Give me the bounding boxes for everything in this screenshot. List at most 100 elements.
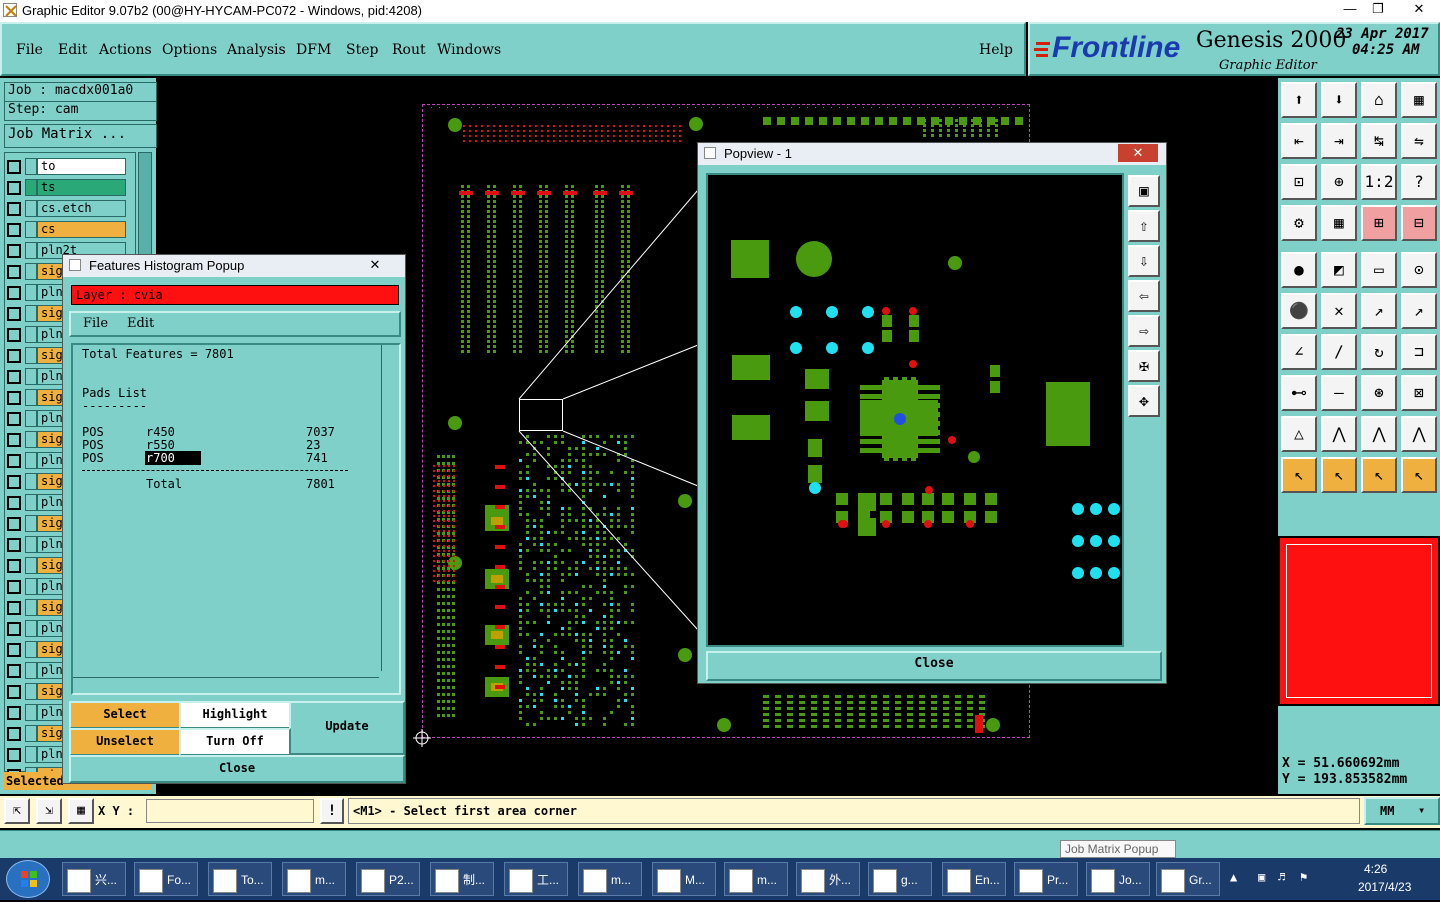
arc-icon[interactable]: ⊷ [1281,375,1317,411]
pad-row-polarity: POS [82,438,104,452]
pan-left-icon[interactable]: ⇤ [1281,123,1317,159]
histogram-menu-file[interactable]: File [83,316,108,331]
slash-icon[interactable]: ∕ [1321,334,1357,370]
measure-icon[interactable]: ⇱ [4,798,30,824]
taskbar-item[interactable]: M... [652,862,716,896]
zoom-fit-icon[interactable]: ⊡ [1281,164,1317,200]
histogram-hscroll[interactable] [73,677,379,691]
triangle-b-icon[interactable]: ⋀ [1321,416,1357,452]
snap-icon[interactable]: ⇲ [36,798,62,824]
popview-canvas[interactable] [706,173,1124,647]
taskbar-item[interactable]: Gr... [1156,862,1220,896]
tray-network-icon[interactable]: ▣ [1258,870,1265,884]
layer-color-icon[interactable]: ◩ [1321,252,1357,288]
start-button[interactable] [6,860,50,898]
popview-zoom-home-icon[interactable]: ▣ [1128,175,1160,207]
cursor-a-icon[interactable]: ↖ [1281,457,1317,493]
update-button[interactable]: Update [289,701,405,755]
zoom-point-icon[interactable]: ⊕ [1321,164,1357,200]
taskbar-item-label: m... [757,873,777,887]
taskbar-item[interactable]: m... [578,862,642,896]
popview-close-button[interactable]: Close [706,651,1162,681]
triangle-d-icon[interactable]: ⋀ [1401,416,1437,452]
line-b-icon[interactable]: ↗ [1401,293,1437,329]
taskbar-item[interactable]: g... [868,862,932,896]
popview-title: Popview - 1 [724,146,792,161]
taskbar-item[interactable]: To... [208,862,272,896]
triangle-c-icon[interactable]: ⋀ [1361,416,1397,452]
cursor-b-icon[interactable]: ↖ [1321,457,1357,493]
highlight-button[interactable]: Highlight [179,701,291,729]
taskbar-item[interactable]: Pr... [1014,862,1078,896]
clock-time[interactable]: 4:26 [1364,862,1387,876]
tray-flag-icon[interactable]: ⚑ [1300,870,1307,884]
bracket-icon[interactable]: ⊐ [1401,334,1437,370]
command-line[interactable] [0,830,1440,858]
triangle-a-icon[interactable]: △ [1281,416,1317,452]
snap-icon[interactable]: ⊛ [1361,375,1397,411]
home-view-icon[interactable]: ⌂ [1361,82,1397,118]
xy-input[interactable] [146,799,314,823]
units-value: MM [1380,804,1394,818]
zoom-in-icon[interactable]: ⬇ [1321,82,1357,118]
unselect-button[interactable]: Unselect [69,728,181,756]
layer-on-icon[interactable]: ⊞ [1361,205,1397,241]
popview-titlebar: Popview - 1 ✕ [698,143,1166,165]
grid-icon[interactable]: ▦ [68,798,94,824]
warning-icon[interactable]: ! [320,798,344,824]
popview-pan-left-icon[interactable]: ⇦ [1128,280,1160,312]
query-icon[interactable]: ? [1401,164,1437,200]
pad-icon[interactable]: ● [1281,252,1317,288]
taskbar-item[interactable]: Jo... [1086,862,1150,896]
turn-off-button[interactable]: Turn Off [179,728,291,756]
frame-icon[interactable]: ⊠ [1401,375,1437,411]
tray-volume-icon[interactable]: ♬ [1278,870,1285,884]
histogram-vscroll[interactable] [381,345,397,671]
layer-off-icon[interactable]: ⊟ [1401,205,1437,241]
pan-swap-icon[interactable]: ↹ [1361,123,1397,159]
taskbar-item[interactable]: m... [282,862,346,896]
select-button[interactable]: Select [69,701,181,729]
cursor-c-icon[interactable]: ↖ [1361,457,1397,493]
taskbar-item-label: P2... [389,873,414,887]
popview-center-icon[interactable]: ✥ [1128,385,1160,417]
taskbar-item[interactable]: Fo... [134,862,198,896]
taskbar-item[interactable]: 外... [796,862,860,896]
clock-date[interactable]: 2017/4/23 [1358,880,1411,894]
units-dropdown[interactable]: MM ▾ [1364,797,1440,825]
pan-right-icon[interactable]: ⇥ [1321,123,1357,159]
rotate-icon[interactable]: ↻ [1361,334,1397,370]
taskbar-item[interactable]: 工... [504,862,568,896]
taskbar-item[interactable]: 兴... [62,862,126,896]
taskbar-item[interactable]: En... [942,862,1006,896]
histogram-close-icon[interactable]: ✕ [355,256,395,274]
zoom-ratio-icon[interactable]: 1:2 [1361,164,1397,200]
grid-icon[interactable]: ▦ [1321,205,1357,241]
ruler-icon[interactable]: ▭ [1361,252,1397,288]
taskbar-item[interactable]: 制... [430,862,494,896]
popview-zoom-in-icon[interactable]: ⇧ [1128,210,1160,242]
fit-screen-icon[interactable]: ▦ [1401,82,1437,118]
popup-app-icon [69,259,81,271]
line-a-icon[interactable]: ↗ [1361,293,1397,329]
popview-pan-right-icon[interactable]: ⇨ [1128,315,1160,347]
flip-icon[interactable]: ⇋ [1401,123,1437,159]
zoom-home-icon[interactable]: ⬆ [1281,82,1317,118]
taskbar-app-icon [801,869,825,893]
popview-fit-icon[interactable]: ✠ [1128,350,1160,382]
settings-icon[interactable]: ⚙ [1281,205,1317,241]
tray-arrow-icon[interactable]: ▲ [1230,870,1237,884]
histogram-menu-edit[interactable]: Edit [127,316,154,331]
taskbar-item[interactable]: m... [724,862,788,896]
node-icon[interactable]: ⚫ [1281,293,1317,329]
dash-icon[interactable]: — [1321,375,1357,411]
delete-icon[interactable]: ✕ [1321,293,1357,329]
point-icon[interactable]: ⊙ [1401,252,1437,288]
histogram-close-button[interactable]: Close [69,755,405,783]
popview-zoom-out-icon[interactable]: ⇩ [1128,245,1160,277]
angle-icon[interactable]: ∠ [1281,334,1317,370]
popview-close-icon[interactable]: ✕ [1118,144,1158,162]
pad-row-count: 23 [306,438,320,452]
taskbar-item[interactable]: P2... [356,862,420,896]
cursor-d-icon[interactable]: ↖ [1401,457,1437,493]
